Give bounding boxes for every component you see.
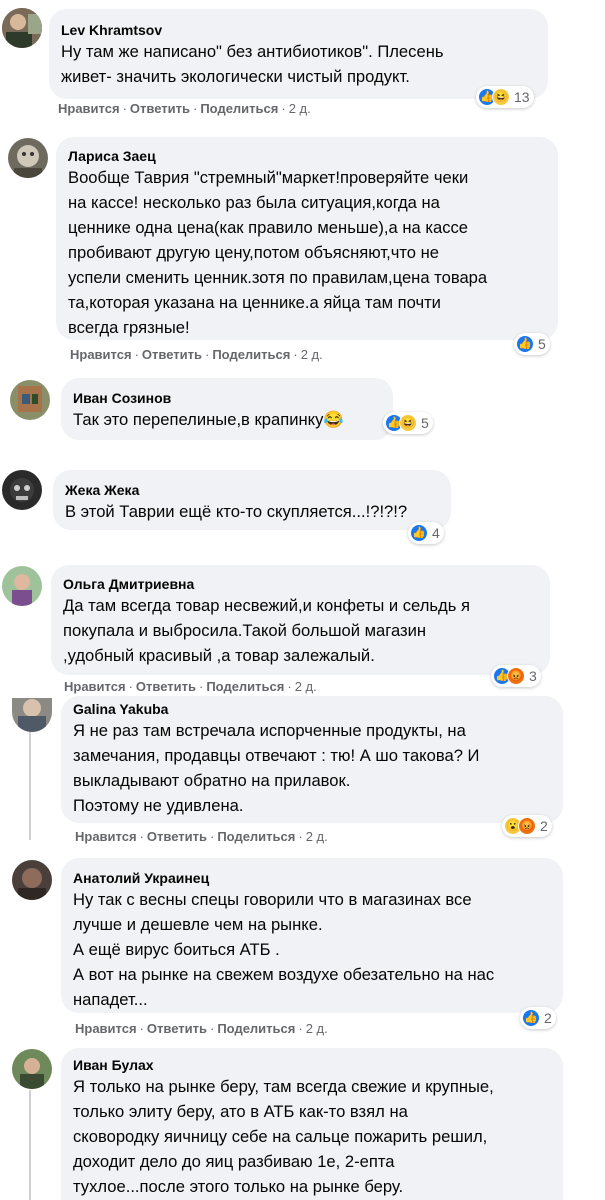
comment-text: В этой Таврии ещё кто-то скупляется...!?… — [65, 502, 408, 521]
comment-author[interactable]: Анатолий Украинец — [73, 869, 551, 887]
like-link[interactable]: Нравится — [70, 347, 132, 362]
share-link[interactable]: Поделиться — [217, 1021, 295, 1036]
reaction-count: 13 — [514, 89, 530, 105]
comment-text: Вообще Таврия "стремный"маркет!проверяйт… — [68, 168, 488, 337]
comment-bubble: Иван Созинов Так это перепелиные,в крапи… — [61, 378, 393, 440]
reaction-count: 5 — [538, 336, 546, 352]
thumbs-up-icon: 👍 — [410, 524, 428, 542]
timestamp[interactable]: 2 д. — [306, 829, 328, 844]
avatar-photo-icon — [2, 8, 42, 48]
reaction-count: 5 — [421, 415, 429, 431]
comment-actions: Нравится · Ответить · Поделиться · 2 д. — [75, 1021, 328, 1036]
comment-text: Да там всегда товар несвежий,и конфеты и… — [63, 596, 470, 665]
reply-link[interactable]: Ответить — [136, 679, 196, 694]
comment-bubble: Lev Khramtsov Ну там же написано" без ан… — [49, 9, 548, 99]
comment-bubble: Жека Жека В этой Таврии ещё кто-то скупл… — [53, 470, 451, 530]
reactions-badge[interactable]: 👍 😆 13 — [476, 86, 534, 108]
avatar[interactable] — [10, 380, 50, 420]
reaction-count: 2 — [540, 818, 548, 834]
comment-author[interactable]: Лариса Заец — [68, 147, 546, 165]
timestamp[interactable]: 2 д. — [295, 679, 317, 694]
reply-link[interactable]: Ответить — [147, 1021, 207, 1036]
comment-author[interactable]: Galina Yakuba — [73, 700, 551, 718]
like-link[interactable]: Нравится — [75, 1021, 137, 1036]
avatar[interactable] — [12, 860, 52, 900]
like-link[interactable]: Нравится — [64, 679, 126, 694]
avatar-photo-icon — [12, 698, 52, 732]
avatar-photo-icon — [2, 566, 42, 606]
comment-author[interactable]: Жека Жека — [65, 481, 439, 499]
reactions-badge[interactable]: 👍 5 — [514, 333, 550, 355]
thumbs-up-icon: 👍 — [522, 1009, 540, 1027]
avatar-photo-icon — [10, 380, 50, 420]
avatar[interactable] — [2, 470, 42, 510]
share-link[interactable]: Поделиться — [206, 679, 284, 694]
avatar-photo-icon — [8, 138, 48, 178]
comment-author[interactable]: Иван Булах — [73, 1056, 551, 1074]
reactions-badge[interactable]: 👍 😆 5 — [383, 412, 433, 434]
avatar[interactable] — [2, 8, 42, 48]
comment-bubble: Анатолий Украинец Ну так с весны спецы г… — [61, 858, 563, 1013]
comment-text: Ну так с весны спецы говорили что в мага… — [73, 890, 495, 1009]
comment-actions: Нравится · Ответить · Поделиться · 2 д. — [58, 101, 311, 116]
comment-actions: Нравится · Ответить · Поделиться · 2 д. — [75, 829, 328, 844]
laughing-face-icon: 😆 — [492, 88, 510, 106]
comment-text: Так это перепелиные,в крапинку😂 — [73, 410, 345, 429]
comment-author[interactable]: Ольга Дмитриевна — [63, 575, 538, 593]
comment-author[interactable]: Lev Khramtsov — [61, 21, 536, 39]
comment-text: Я не раз там встречала испорченные проду… — [73, 721, 480, 815]
timestamp[interactable]: 2 д. — [306, 1021, 328, 1036]
comment-text: Ну там же написано" без антибиотиков". П… — [61, 42, 444, 86]
thread-line — [29, 1090, 31, 1200]
thumbs-up-icon: 👍 — [516, 335, 534, 353]
avatar-photo-icon — [12, 1049, 52, 1089]
share-link[interactable]: Поделиться — [217, 829, 295, 844]
laughing-face-icon: 😆 — [399, 414, 417, 432]
share-link[interactable]: Поделиться — [200, 101, 278, 116]
reactions-badge[interactable]: 😮 😡 2 — [502, 815, 552, 837]
angry-face-icon: 😡 — [518, 817, 536, 835]
comment-bubble: Galina Yakuba Я не раз там встречала исп… — [61, 696, 563, 823]
reactions-badge[interactable]: 👍 2 — [520, 1007, 556, 1029]
reaction-count: 4 — [432, 525, 440, 541]
timestamp[interactable]: 2 д. — [301, 347, 323, 362]
like-link[interactable]: Нравится — [58, 101, 120, 116]
share-link[interactable]: Поделиться — [212, 347, 290, 362]
avatar-photo-icon — [12, 860, 52, 900]
timestamp[interactable]: 2 д. — [289, 101, 311, 116]
comment-bubble: Лариса Заец Вообще Таврия "стремный"марк… — [56, 137, 558, 340]
avatar[interactable] — [12, 698, 52, 732]
avatar[interactable] — [8, 138, 48, 178]
avatar[interactable] — [2, 566, 42, 606]
comment-actions: Нравится · Ответить · Поделиться · 2 д. — [70, 347, 323, 362]
angry-face-icon: 😡 — [507, 667, 525, 685]
avatar-photo-icon — [2, 470, 42, 510]
reaction-count: 2 — [544, 1010, 552, 1026]
reply-link[interactable]: Ответить — [130, 101, 190, 116]
reply-link[interactable]: Ответить — [142, 347, 202, 362]
reactions-badge[interactable]: 👍 😡 3 — [491, 665, 541, 687]
comment-author[interactable]: Иван Созинов — [73, 389, 381, 407]
comment-actions: Нравится · Ответить · Поделиться · 2 д. — [64, 679, 317, 694]
reaction-count: 3 — [529, 668, 537, 684]
comment-bubble: Иван Булах Я только на рынке беру, там в… — [61, 1048, 563, 1200]
comment-text: Я только на рынке беру, там всегда свежи… — [73, 1077, 494, 1196]
comment-bubble: Ольга Дмитриевна Да там всегда товар нес… — [51, 565, 550, 675]
like-link[interactable]: Нравится — [75, 829, 137, 844]
reactions-badge[interactable]: 👍 4 — [408, 522, 444, 544]
avatar[interactable] — [12, 1049, 52, 1089]
reply-link[interactable]: Ответить — [147, 829, 207, 844]
